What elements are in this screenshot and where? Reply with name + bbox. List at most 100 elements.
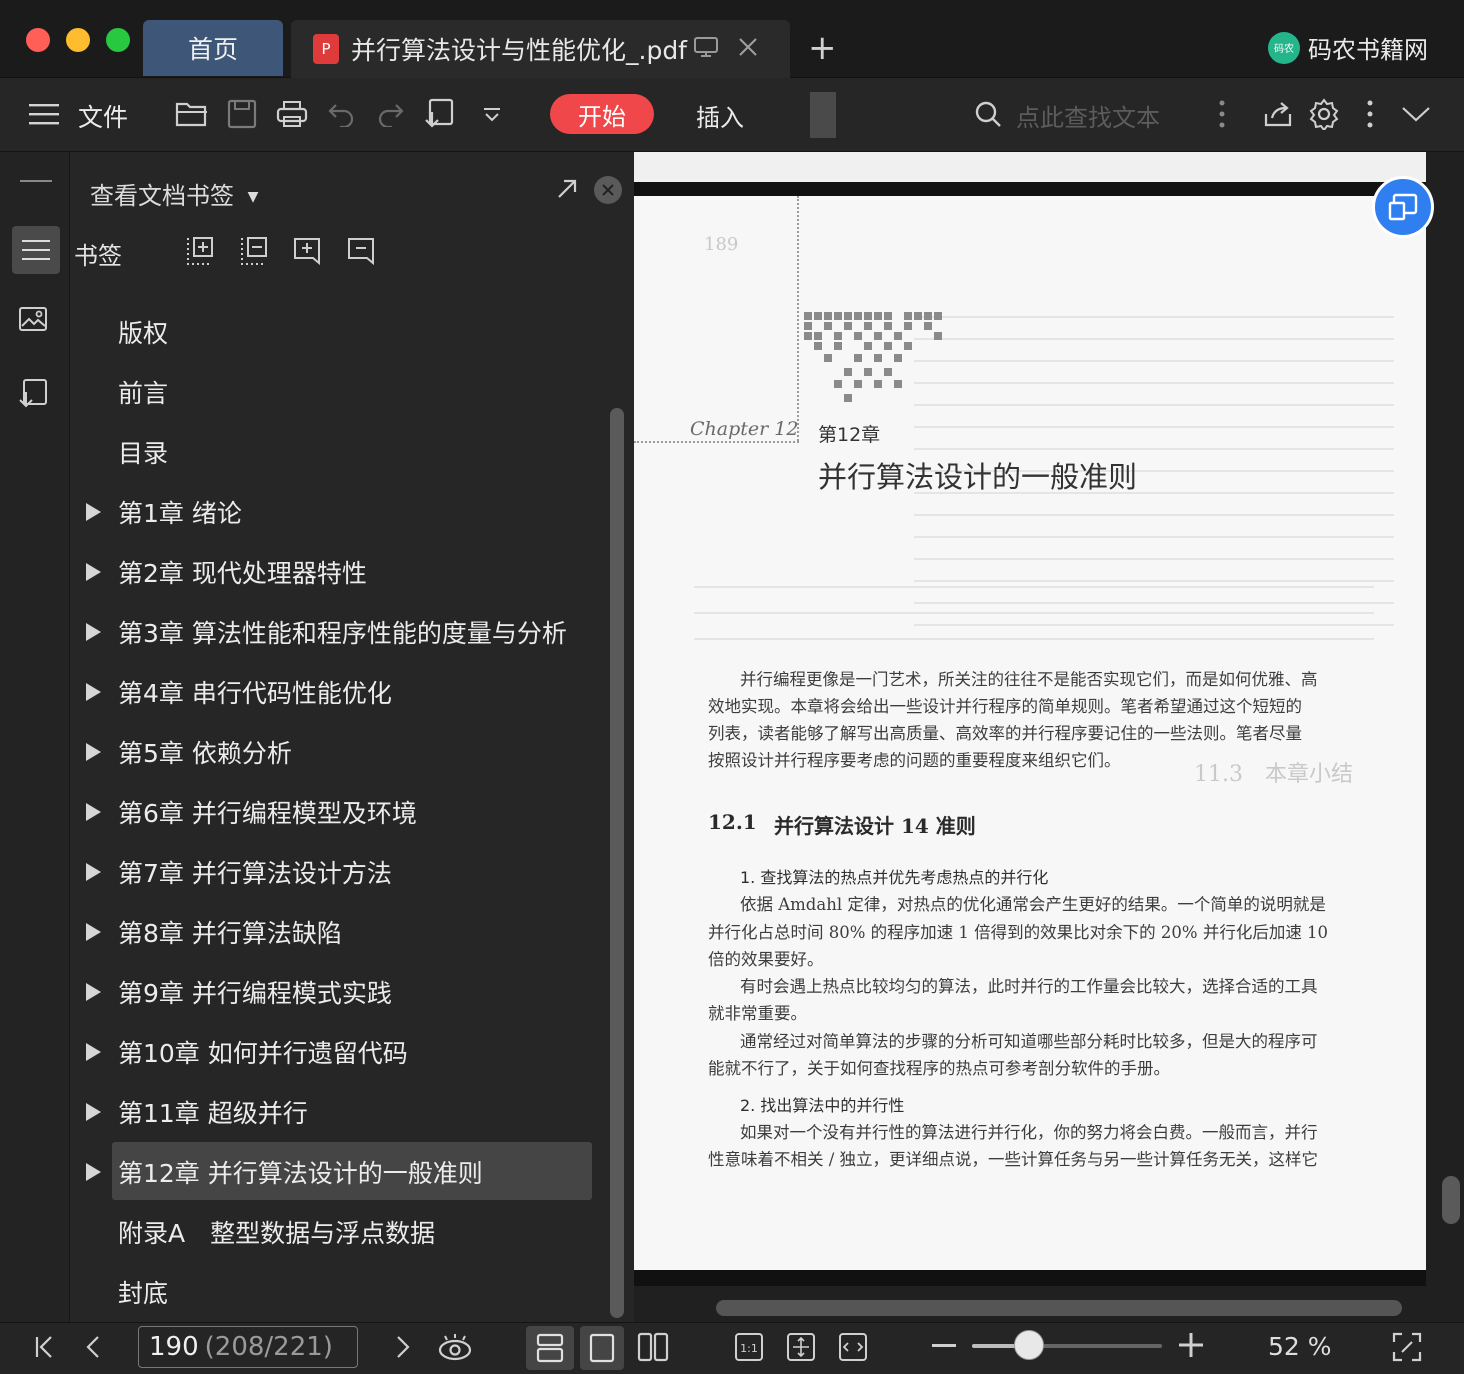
brand[interactable]: 码农 码农书籍网 (1268, 30, 1428, 65)
bookmark-item[interactable]: 第8章 并行算法缺陷 (118, 904, 342, 960)
more-tabs-handle[interactable] (810, 92, 836, 138)
undo-icon[interactable] (324, 96, 360, 132)
monitor-icon[interactable] (693, 35, 719, 64)
bookmark-item[interactable]: 第5章 依赖分析 (118, 724, 292, 780)
next-page-icon[interactable] (384, 1328, 422, 1366)
double-page-icon[interactable] (634, 1328, 672, 1366)
single-page-icon[interactable] (580, 1326, 624, 1370)
collapse-all-icon[interactable] (238, 236, 268, 270)
expand-all-icon[interactable] (184, 236, 214, 270)
expand-arrow-icon[interactable] (86, 683, 101, 701)
caret-down-icon: ▼ (247, 189, 259, 205)
section-title: 并行算法设计 14 准则 (774, 814, 976, 838)
horizontal-scrollbar[interactable] (716, 1300, 1402, 1316)
expand-arrow-icon[interactable] (86, 743, 101, 761)
annotation-view-icon[interactable] (18, 378, 48, 414)
prev-page-icon[interactable] (74, 1328, 112, 1366)
gear-icon[interactable] (1306, 96, 1342, 132)
bookmark-item[interactable]: 第11章 超级并行 (118, 1084, 308, 1140)
vertical-scrollbar[interactable] (1442, 1176, 1460, 1224)
expand-arrow-icon[interactable] (86, 923, 101, 941)
search-input[interactable]: 点此查找文本 (1016, 98, 1160, 133)
bookmark-item[interactable]: 版权 (118, 304, 168, 360)
outline-view-icon[interactable] (12, 226, 60, 274)
expand-arrow-icon[interactable] (86, 803, 101, 821)
maximize-window-button[interactable] (106, 28, 130, 52)
expand-arrow-icon[interactable] (86, 1043, 101, 1061)
bookmark-item[interactable]: 前言 (118, 364, 168, 420)
eye-protect-icon[interactable] (436, 1328, 474, 1366)
brand-name: 码农书籍网 (1308, 36, 1428, 64)
zoom-out-icon[interactable] (932, 1344, 956, 1347)
pop-out-icon[interactable] (556, 178, 578, 204)
expand-arrow-icon[interactable] (86, 503, 101, 521)
expand-arrow-icon[interactable] (86, 863, 101, 881)
more-options-icon[interactable] (1352, 96, 1388, 132)
fullscreen-icon[interactable] (1392, 1332, 1422, 1366)
actual-size-icon[interactable]: 1:1 (730, 1328, 768, 1366)
fit-page-icon[interactable] (782, 1328, 820, 1366)
panel-scrollbar[interactable] (610, 408, 624, 1318)
bookmark-item-selected[interactable]: 第12章 并行算法设计的一般准则 (118, 1144, 483, 1200)
menu-icon[interactable] (26, 96, 62, 132)
bookmark-item[interactable]: 第6章 并行编程模型及环境 (118, 784, 417, 840)
floating-view-icon[interactable] (1372, 176, 1434, 238)
expand-arrow-icon[interactable] (86, 623, 101, 641)
delete-bookmark-icon[interactable] (346, 236, 376, 270)
more-icon[interactable] (1204, 96, 1240, 132)
expand-arrow-icon[interactable] (86, 983, 101, 1001)
close-window-button[interactable] (26, 28, 50, 52)
page-info: (208/221) (204, 1332, 333, 1362)
pixel-ornament (804, 312, 950, 412)
continuous-view-icon[interactable] (526, 1326, 574, 1370)
folder-open-icon[interactable] (174, 96, 210, 132)
intro-line: 按照设计并行程序要考虑的问题的重要程度来组织它们。 (708, 751, 1121, 770)
zoom-slider-thumb[interactable] (1014, 1330, 1044, 1360)
minimize-window-button[interactable] (66, 28, 90, 52)
close-panel-icon[interactable] (594, 176, 622, 204)
bookmark-item[interactable]: 第2章 现代处理器特性 (118, 544, 367, 600)
file-menu[interactable]: 文件 (78, 98, 128, 134)
ghost-heading: 11.3 本章小结 (1194, 762, 1353, 787)
bookmark-item[interactable]: 附录A 整型数据与浮点数据 (118, 1204, 435, 1260)
panel-title-dropdown[interactable]: 查看文档书签 ▼ (90, 176, 258, 211)
search-icon[interactable] (970, 96, 1006, 132)
bookmark-item[interactable]: 第10章 如何并行遗留代码 (118, 1024, 408, 1080)
bookmark-item[interactable]: 封底 (118, 1264, 168, 1320)
tab-document[interactable]: P 并行算法设计与性能优化_.pdf (291, 20, 790, 78)
add-bookmark-icon[interactable] (292, 236, 322, 270)
pdf-page[interactable]: 189 11.3 本章小结 Chapter 12 第12章 并行算法设计的一般准… (634, 196, 1426, 1270)
chapter-script: Chapter 12 (690, 418, 799, 440)
new-tab-button[interactable]: + (808, 28, 837, 68)
export-icon[interactable] (422, 96, 458, 132)
dropdown-icon[interactable] (474, 96, 510, 132)
fit-width-icon[interactable] (834, 1328, 872, 1366)
close-tab-icon[interactable] (737, 35, 759, 64)
page-bottom-border (634, 1270, 1426, 1286)
expand-arrow-icon[interactable] (86, 1103, 101, 1121)
insert-tab[interactable]: 插入 (696, 98, 744, 133)
bookmark-item[interactable]: 第4章 串行代码性能优化 (118, 664, 392, 720)
zoom-in-icon[interactable] (1178, 1332, 1204, 1362)
print-icon[interactable] (274, 96, 310, 132)
share-icon[interactable] (1260, 96, 1296, 132)
rule1-line: 通常经过对简单算法的步骤的分析可知道哪些部分耗时比较多，但是大的程序可 (740, 1032, 1318, 1051)
bookmark-item[interactable]: 第9章 并行编程模式实践 (118, 964, 392, 1020)
bookmark-item[interactable]: 第1章 绪论 (118, 484, 242, 540)
save-icon[interactable] (224, 96, 260, 132)
redo-icon[interactable] (372, 96, 408, 132)
chevron-down-icon[interactable] (1398, 96, 1434, 132)
bookmark-item[interactable]: 第7章 并行算法设计方法 (118, 844, 392, 900)
tab-home[interactable]: 首页 (143, 20, 283, 76)
expand-arrow-icon[interactable] (86, 563, 101, 581)
thumbnail-view-icon[interactable] (18, 306, 48, 338)
bookmark-item[interactable]: 第3章 算法性能和程序性能的度量与分析 (118, 604, 567, 660)
first-page-icon[interactable] (26, 1328, 64, 1366)
bookmark-item[interactable]: 目录 (118, 424, 168, 480)
rail-collapse-icon[interactable] (20, 180, 52, 182)
zoom-value[interactable]: 52 % (1268, 1332, 1332, 1361)
expand-arrow-icon[interactable] (86, 1163, 101, 1181)
page-number-field[interactable]: 190 (208/221) (138, 1326, 358, 1368)
start-tab[interactable]: 开始 (550, 94, 654, 134)
rule2-title: 2. 找出算法中的并行性 (740, 1096, 905, 1115)
